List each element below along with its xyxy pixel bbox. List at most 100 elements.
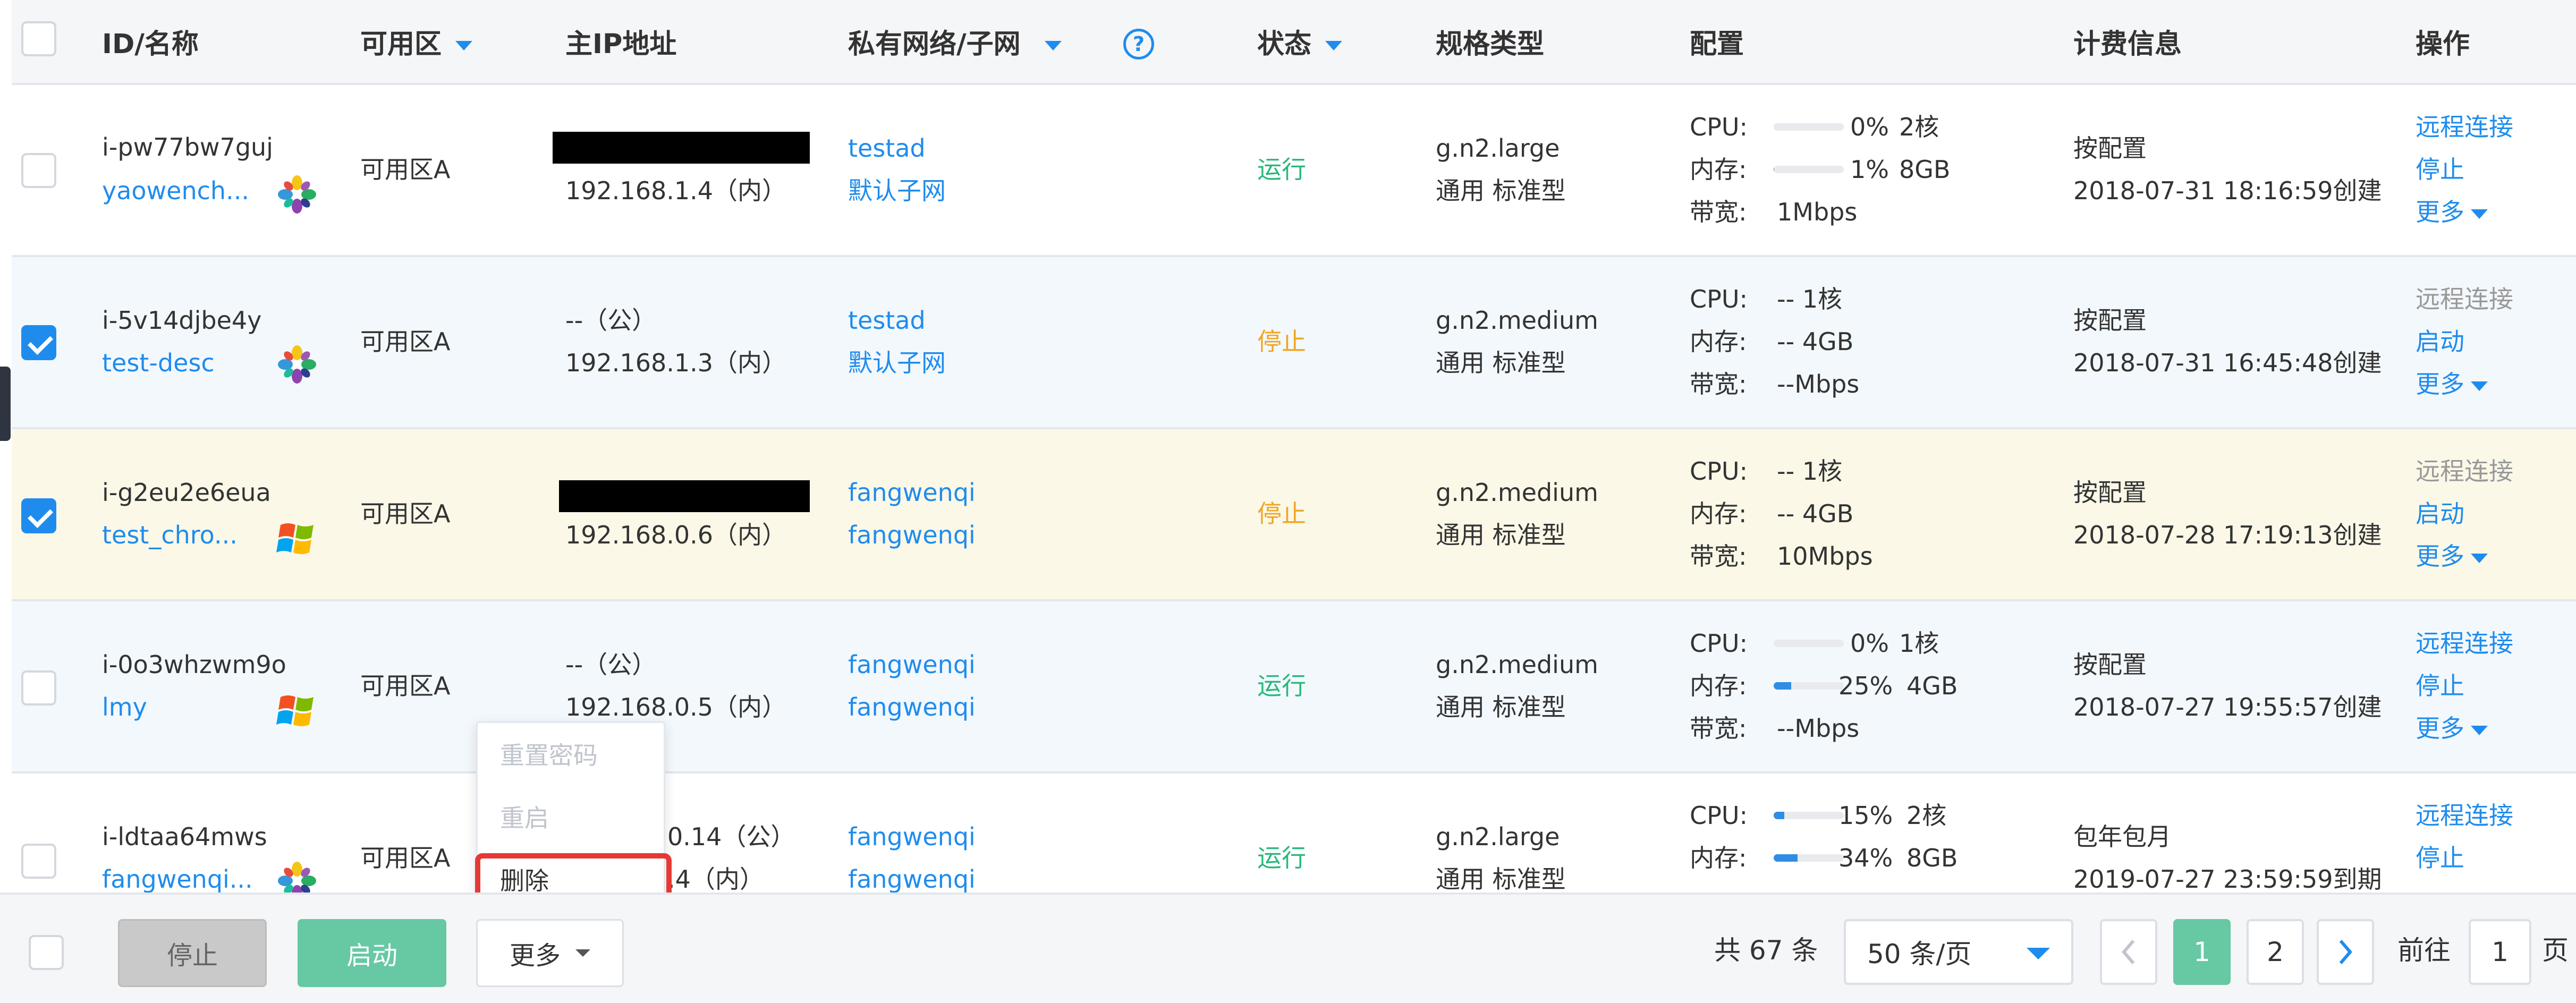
stop-button[interactable]: 停止 [118,919,267,987]
side-handle[interactable] [0,367,11,441]
status-badge: 运行 [1257,844,1306,872]
row-checkbox[interactable] [21,325,56,360]
redacted-ip [559,480,810,512]
vpc-link[interactable]: fangwenqi [848,480,976,505]
instance-name-link[interactable]: lmy [102,695,147,719]
mem-percent: 34% [1838,844,1893,872]
table-row[interactable]: i-0o3whzwm9o lmy 可用区A --（公） 192.168.0.5（… [12,601,2576,774]
more-dropdown[interactable]: 更多 [2416,200,2488,224]
mem-usage-fill [1774,854,1798,862]
menu-item-reboot: 重启 [500,804,549,832]
next-page-button[interactable] [2317,919,2374,985]
select-all-checkbox[interactable] [21,21,56,56]
mem-label: 内存: [1690,672,1747,700]
stop-link[interactable]: 停止 [2416,846,2464,870]
col-status-label: 状态 [1257,29,1312,60]
row-checkbox[interactable] [21,153,56,188]
row-checkbox[interactable] [21,670,56,706]
more-dropdown[interactable]: 更多 [2416,372,2488,396]
stop-link[interactable]: 停止 [2416,674,2464,698]
goto-page-input[interactable]: 1 [2469,919,2531,985]
public-ip: 0.14（公） [667,822,795,851]
spec-value: g.n2.medium [1436,306,1598,335]
col-private-net[interactable]: 私有网络/子网 [848,31,1062,58]
chevron-down-icon [1325,41,1342,50]
mem-usage-bar [1774,854,1844,862]
status-badge: 运行 [1257,155,1306,184]
billing-type: 按配置 [2073,478,2147,507]
more-dropdown[interactable]: 更多 [2416,716,2488,741]
bw-label: 带宽: [1690,198,1747,226]
start-link[interactable]: 启动 [2416,502,2464,526]
vpc-link[interactable]: testad [848,308,926,333]
instance-name-link[interactable]: test-desc [102,351,215,375]
billing-time: 2019-07-27 23:59:59到期 [2073,865,2382,894]
chevron-down-icon [1045,41,1062,50]
table-row[interactable]: i-ldtaa64mws fangwenqi... 可用区A 0.14（公） .… [12,774,2576,896]
table-row[interactable]: i-g2eu2e6eua test_chro... 可用区A 192.168.0… [12,429,2576,601]
bw-label: 带宽: [1690,370,1747,398]
table-row[interactable]: i-pw77bw7guj yaowench... 可用区A 192.168.1.… [12,85,2576,257]
stop-button-label: 停止 [166,941,218,971]
vpc-link[interactable]: testad [848,136,926,160]
table-row[interactable]: i-5v14djbe4y test-desc 可用区A --（公） 192.16… [12,257,2576,429]
cpu-cores: 1核 [1899,629,1939,658]
billing-type: 按配置 [2073,306,2147,335]
start-link[interactable]: 启动 [2416,329,2464,354]
instance-id: i-ldtaa64mws [102,822,267,851]
generic-os-icon [278,345,316,384]
chevron-down-icon [575,949,590,957]
subnet-link[interactable]: 默认子网 [848,351,946,375]
help-icon[interactable]: ? [1123,29,1154,60]
col-zone[interactable]: 可用区 [360,31,472,58]
billing-time: 2018-07-31 16:45:48创建 [2073,348,2382,377]
instance-name-link[interactable]: yaowench... [102,178,249,203]
mem-size: 4GB [1906,672,1958,700]
zone-value: 可用区A [360,672,451,700]
subnet-link[interactable]: fangwenqi [848,867,976,891]
subnet-link[interactable]: fangwenqi [848,523,976,547]
bw-label: 带宽: [1690,714,1747,743]
generic-os-icon [278,175,316,214]
subnet-link[interactable]: 默认子网 [848,178,946,203]
more-dropdown[interactable]: 更多 [2416,544,2488,568]
footer-select-all-checkbox[interactable] [29,935,64,970]
more-label: 更多 [2416,370,2464,398]
remote-connect-link[interactable]: 远程连接 [2416,115,2513,139]
row-checkbox[interactable] [21,844,56,879]
vpc-link[interactable]: fangwenqi [848,652,976,677]
prev-page-button[interactable] [2100,919,2157,985]
instance-id: i-0o3whzwm9o [102,650,286,679]
start-button[interactable]: 启动 [298,919,446,987]
instance-name-link[interactable]: fangwenqi... [102,867,253,891]
row-checkbox[interactable] [21,498,56,533]
generic-os-icon [278,862,316,896]
instance-name-link[interactable]: test_chro... [102,523,238,547]
private-ip: .4（内） [667,865,764,894]
zone-value: 可用区A [360,499,451,528]
cpu-cores: 2核 [1906,801,1947,830]
remote-connect-link[interactable]: 远程连接 [2416,803,2513,828]
bw-value: 1Mbps [1777,198,1858,226]
status-badge: 运行 [1257,672,1306,700]
page-2-button[interactable]: 2 [2247,919,2304,985]
goto-label: 前往 [2397,935,2451,966]
stop-link[interactable]: 停止 [2416,157,2464,182]
subnet-link[interactable]: fangwenqi [848,695,976,719]
col-private-net-label: 私有网络/子网 [848,29,1021,60]
page-size-select[interactable]: 50 条/页 [1844,919,2073,985]
mem-label: 内存: [1690,844,1747,872]
chevron-left-icon [2122,940,2135,964]
billing-time: 2018-07-31 18:16:59创建 [2073,176,2382,205]
instance-id: i-g2eu2e6eua [102,478,271,507]
private-ip: 192.168.0.5（内） [565,693,786,721]
cpu-label: CPU: [1690,801,1748,830]
vpc-link[interactable]: fangwenqi [848,824,976,849]
remote-connect-link[interactable]: 远程连接 [2416,631,2513,656]
more-button[interactable]: 更多 [476,919,624,987]
bw-label: 带宽: [1690,542,1747,571]
col-status[interactable]: 状态 [1257,31,1342,58]
page-1-button[interactable]: 1 [2173,919,2231,985]
page-1-label: 1 [2193,937,2210,967]
table-header: ID/名称 可用区 主IP地址 私有网络/子网 ? 状态 规格类型 配置 计费信… [12,0,2576,85]
